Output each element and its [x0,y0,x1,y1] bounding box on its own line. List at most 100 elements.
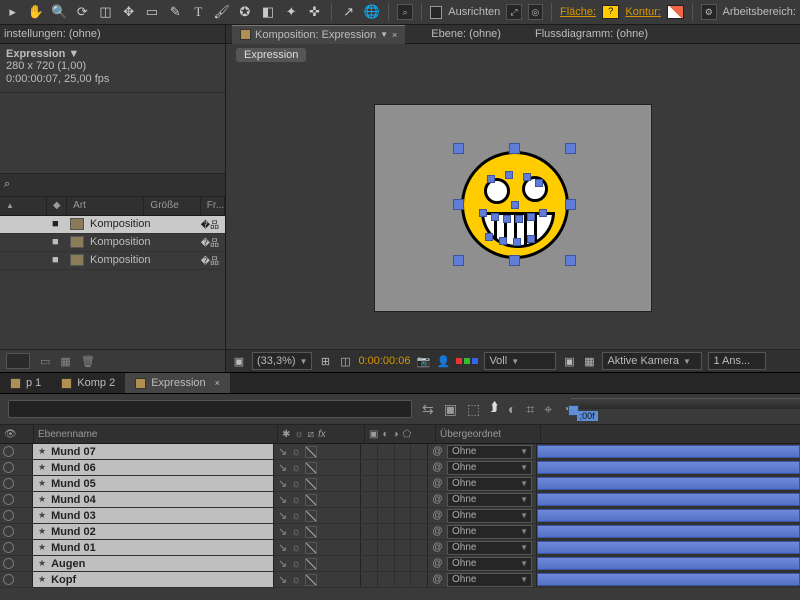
comp-subtab-expression[interactable]: Expression [236,48,306,62]
graph-editor-icon[interactable]: ⇆ [422,401,434,418]
snap-icon[interactable]: ⤢ [506,4,521,20]
col-tag-icon[interactable]: ◆ [47,197,67,215]
collapse-switch[interactable]: ☼ [291,574,301,586]
layer-bar[interactable] [537,493,800,506]
vertex-icon[interactable] [479,209,487,217]
anchor-tool-icon[interactable]: ✥ [120,3,137,21]
zoom-tool-icon[interactable]: 🔍 [50,3,67,21]
layer-name-cell[interactable]: ★Mund 02 [33,524,274,539]
layer-row[interactable]: ★Mund 07↘☼@Ohne▼ [0,444,800,460]
pickwhip-icon[interactable]: @ [432,478,443,489]
current-time[interactable]: 0:00:00:06 [358,355,410,367]
pickwhip-icon[interactable]: @ [432,542,443,553]
layer-bar[interactable] [537,461,800,474]
selection-tool-icon[interactable]: ▸ [4,3,21,21]
zoom-dropdown[interactable]: (33,3%)▼ [252,352,312,370]
pickwhip-icon[interactable]: @ [432,446,443,457]
col-size[interactable]: Größe [144,197,200,215]
collapse-switch[interactable]: ☼ [291,526,301,538]
layer-name-cell[interactable]: ★Mund 03 [33,508,274,523]
video-toggle-icon[interactable] [3,446,14,457]
layer-row[interactable]: ★Mund 01 ↘ ☼ @ Ohne▼ [0,540,800,556]
stroke-swatch[interactable] [667,5,684,19]
bpc-button[interactable] [6,353,30,369]
clone-tool-icon[interactable]: ✪ [236,3,253,21]
anchor-icon[interactable] [511,201,519,209]
resolution-dropdown[interactable]: Voll▼ [484,352,556,370]
video-toggle-icon[interactable] [3,542,14,553]
col-fr[interactable]: Fr... [201,197,225,215]
pickwhip-icon[interactable]: @ [432,494,443,505]
vertex-icon[interactable] [527,235,535,243]
comp-mini-icon[interactable]: ▣ [444,401,457,418]
shy-switch[interactable]: ↘ [278,573,287,586]
roi-icon[interactable]: ▣ [562,354,576,368]
video-toggle-icon[interactable] [3,526,14,537]
vertex-icon[interactable] [535,179,543,187]
new-folder-icon[interactable]: ▭ [40,355,50,368]
layer-track[interactable] [537,444,800,459]
collapse-switch[interactable]: ☼ [291,446,301,458]
col-type[interactable]: Art [67,197,144,215]
collapse-switch[interactable]: ☼ [291,542,301,554]
tab-flowchart[interactable]: Flussdiagramm: (ohne) [527,25,656,43]
quality-switch[interactable] [305,494,317,506]
parent-dropdown[interactable]: Ohne▼ [447,541,532,555]
collapse-switch[interactable]: ☼ [291,510,301,522]
collapse-switch[interactable]: ☼ [291,558,301,570]
layer-bar[interactable] [537,573,800,586]
search-icon[interactable]: ⌕ [4,178,10,191]
shy-switch[interactable]: ↘ [278,525,287,538]
vertex-icon[interactable] [503,215,511,223]
new-comp-icon[interactable]: ▦ [60,355,70,368]
parent-dropdown[interactable]: Ohne▼ [447,557,532,571]
layer-row[interactable]: ★Mund 06↘☼@Ohne▼ [0,460,800,476]
col-parent[interactable]: Übergeordnet [436,425,541,443]
shape-tool-icon[interactable]: ▭ [143,3,160,21]
layer-row[interactable]: ★Mund 04↘☼@Ohne▼ [0,492,800,508]
layer-name-cell[interactable]: ★Augen [33,556,274,571]
vertex-icon[interactable] [515,215,523,223]
handle-icon[interactable] [453,199,464,210]
layer-row[interactable]: ★Mund 03↘☼@Ohne▼ [0,508,800,524]
layer-row[interactable]: ★Mund 02↘☼@Ohne▼ [0,524,800,540]
pickwhip-icon[interactable]: @ [432,510,443,521]
layer-track[interactable] [537,460,800,475]
vertex-icon[interactable] [539,209,547,217]
channel-icons[interactable] [456,358,478,364]
handle-icon[interactable] [565,199,576,210]
layer-name-cell[interactable]: ★Mund 05 [33,476,274,491]
pickwhip-icon[interactable]: @ [432,574,443,585]
shy-switch[interactable]: ↘ [278,541,287,554]
timeline-tab[interactable]: Expression× [125,373,230,393]
vertex-icon[interactable] [513,238,521,246]
flow-icon[interactable]: �品 [201,236,219,249]
pickwhip-icon[interactable]: @ [432,558,443,569]
layer-row[interactable]: ★Kopf↘☼@Ohne▼ [0,572,800,588]
layer-name-cell[interactable]: ★Mund 01 [33,540,274,555]
vertex-icon[interactable] [487,175,495,183]
time-ruler[interactable] [571,398,800,409]
layer-name-cell[interactable]: ★Mund 07 [33,444,274,459]
eraser-tool-icon[interactable]: ◧ [259,3,276,21]
parent-dropdown[interactable]: Ohne▼ [447,477,532,491]
col-av-toggles[interactable]: 👁 [0,425,34,443]
collapse-switch[interactable]: ☼ [291,462,301,474]
layer-track[interactable] [537,556,800,571]
layer-bar[interactable] [537,557,800,570]
layer-name-cell[interactable]: ★Mund 06 [33,460,274,475]
layer-bar[interactable] [537,445,800,458]
fill-label[interactable]: Fläche: [560,6,596,18]
text-tool-icon[interactable]: T [190,3,207,21]
timeline-tab[interactable]: Komp 2 [51,373,125,393]
video-toggle-icon[interactable] [3,462,14,473]
shy-switch[interactable]: ↘ [278,477,287,490]
handle-icon[interactable] [509,143,520,154]
handle-icon[interactable] [509,255,520,266]
quality-switch[interactable] [305,462,317,474]
mask-toggle-icon[interactable]: ◫ [338,354,352,368]
comp-name[interactable]: Expression ▼ [6,48,219,60]
stroke-label[interactable]: Kontur: [625,6,660,18]
canvas[interactable] [375,105,651,311]
quality-switch[interactable] [305,542,317,554]
